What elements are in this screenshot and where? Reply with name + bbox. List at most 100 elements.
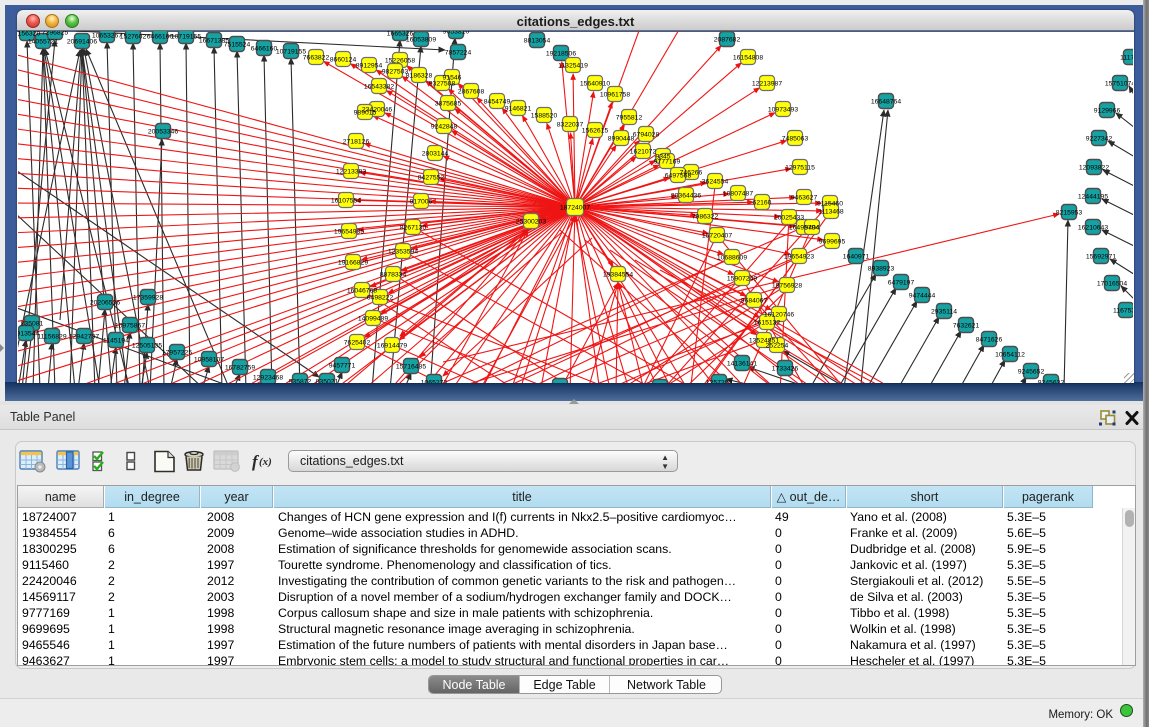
svg-text:7515524: 7515524 — [224, 42, 251, 49]
svg-text:9327508: 9327508 — [429, 81, 456, 88]
svg-text:19166829: 19166829 — [338, 260, 368, 267]
svg-text:1615132: 1615132 — [754, 320, 781, 327]
svg-text:8427552: 8427552 — [418, 175, 445, 182]
svg-text:6498222: 6498222 — [367, 295, 394, 302]
svg-text:7296825: 7296825 — [42, 30, 69, 37]
svg-text:9227342: 9227342 — [1086, 136, 1113, 143]
svg-text:8215953: 8215953 — [1056, 210, 1083, 217]
svg-text:9404: 9404 — [804, 225, 819, 232]
svg-text:8938923: 8938923 — [868, 266, 895, 273]
svg-text:14099489: 14099489 — [358, 316, 388, 323]
svg-text:16543382: 16543382 — [364, 84, 394, 91]
svg-text:9242848: 9242848 — [431, 124, 458, 131]
svg-text:7625402: 7625402 — [344, 340, 371, 347]
svg-text:989015: 989015 — [354, 110, 377, 117]
svg-text:10688609: 10688609 — [717, 255, 747, 262]
svg-text:16648764: 16648764 — [871, 99, 901, 106]
svg-text:17957225: 17957225 — [162, 350, 192, 357]
svg-text:8471626: 8471626 — [976, 337, 1003, 344]
svg-text:7632621: 7632621 — [953, 323, 980, 330]
svg-text:10807487: 10807487 — [723, 191, 753, 198]
svg-text:6466160: 6466160 — [147, 34, 174, 41]
svg-text:1640971: 1640971 — [843, 254, 870, 261]
svg-text:15640910: 15640910 — [580, 81, 610, 88]
svg-text:12353594: 12353594 — [388, 249, 418, 256]
svg-text:7955812: 7955812 — [616, 115, 643, 122]
svg-text:835021: 835021 — [316, 379, 339, 386]
svg-text:10961758: 10961758 — [600, 92, 630, 99]
svg-text:16053809: 16053809 — [406, 37, 436, 44]
svg-text:2867608: 2867608 — [458, 89, 485, 96]
svg-text:7485063: 7485063 — [782, 136, 809, 143]
svg-text:10719155: 10719155 — [276, 49, 306, 56]
svg-text:62160: 62160 — [753, 200, 772, 207]
svg-text:1167533: 1167533 — [1113, 308, 1139, 315]
svg-text:9115460: 9115460 — [817, 201, 843, 208]
svg-text:16782759: 16782759 — [225, 365, 255, 372]
svg-text:8322037: 8322037 — [557, 122, 584, 129]
svg-text:2803144: 2803144 — [422, 151, 449, 158]
svg-text:1527602: 1527602 — [120, 34, 147, 41]
svg-text:15720407: 15720407 — [702, 233, 732, 240]
svg-text:10025433: 10025433 — [774, 215, 804, 222]
svg-text:25300203: 25300203 — [516, 219, 546, 226]
svg-text:9129966: 9129966 — [1094, 108, 1121, 115]
svg-text:10975867: 10975867 — [115, 323, 145, 330]
svg-text:20691406: 20691406 — [67, 39, 97, 46]
svg-text:8135021: 8135021 — [547, 384, 574, 391]
svg-text:12213987: 12213987 — [752, 81, 782, 88]
svg-text:16120746: 16120746 — [764, 312, 794, 319]
svg-text:16107554: 16107554 — [331, 198, 361, 205]
svg-text:2935114: 2935114 — [931, 309, 957, 316]
svg-text:8990448: 8990448 — [608, 136, 635, 143]
svg-text:12444195: 12444195 — [1078, 194, 1108, 201]
svg-text:11156829: 11156829 — [37, 334, 66, 341]
svg-text:11325419: 11325419 — [558, 63, 588, 70]
svg-text:9245652: 9245652 — [1018, 369, 1045, 376]
svg-text:20053346: 20053346 — [148, 129, 178, 136]
svg-text:1113468: 1113468 — [818, 209, 844, 216]
svg-text:18724007: 18724007 — [560, 205, 590, 212]
svg-text:3913544: 3913544 — [13, 331, 40, 338]
svg-text:9474444: 9474444 — [909, 293, 936, 300]
svg-text:15751074: 15751074 — [1105, 81, 1135, 88]
svg-text:9699695: 9699695 — [819, 239, 846, 246]
svg-text:7986322: 7986322 — [692, 214, 719, 221]
svg-text:3875685: 3875685 — [435, 101, 462, 108]
svg-text:(x): (x) — [259, 456, 272, 468]
svg-text:8912954: 8912954 — [356, 63, 383, 70]
svg-text:9457771: 9457771 — [329, 363, 356, 370]
svg-text:917006: 917006 — [410, 199, 433, 206]
svg-text:2718126: 2718126 — [343, 139, 370, 146]
svg-text:12093822: 12093822 — [1079, 165, 1109, 172]
svg-text:1065273: 1065273 — [421, 380, 448, 387]
svg-text:14055721: 14055721 — [28, 39, 58, 46]
svg-text:14136141: 14136141 — [727, 361, 757, 368]
svg-text:8454749: 8454749 — [484, 99, 511, 106]
svg-text:9245632: 9245632 — [1038, 380, 1065, 387]
svg-text:12923468: 12923468 — [253, 375, 283, 382]
svg-text:1562615: 1562615 — [582, 128, 609, 135]
svg-text:10958107: 10958107 — [194, 357, 224, 364]
svg-text:9463627: 9463627 — [791, 195, 818, 202]
svg-text:16914479: 16914479 — [377, 343, 407, 350]
svg-text:8813054: 8813054 — [524, 38, 551, 45]
svg-text:15907249: 15907249 — [727, 276, 757, 283]
svg-text:252254: 252254 — [766, 343, 789, 350]
svg-text:15692971: 15692971 — [1086, 254, 1116, 261]
svg-text:12505135: 12505135 — [132, 343, 162, 350]
svg-text:15226058: 15226058 — [385, 58, 415, 65]
svg-text:111745: 111745 — [1120, 55, 1142, 62]
svg-text:19654985: 19654985 — [334, 229, 364, 236]
svg-text:17359928: 17359928 — [133, 295, 163, 302]
svg-text:19218506: 19218506 — [546, 51, 576, 58]
svg-text:1588520: 1588520 — [531, 113, 558, 120]
svg-text:19384554: 19384554 — [603, 272, 633, 279]
svg-text:8267130: 8267130 — [400, 225, 427, 232]
svg-text:8878334: 8878334 — [380, 272, 407, 279]
svg-text:12942737: 12942737 — [69, 334, 99, 341]
svg-text:19654923: 19654923 — [784, 254, 814, 261]
svg-text:10719155: 10719155 — [171, 34, 201, 41]
svg-text:7663822: 7663822 — [303, 55, 330, 62]
svg-text:9777169: 9777169 — [654, 159, 681, 166]
